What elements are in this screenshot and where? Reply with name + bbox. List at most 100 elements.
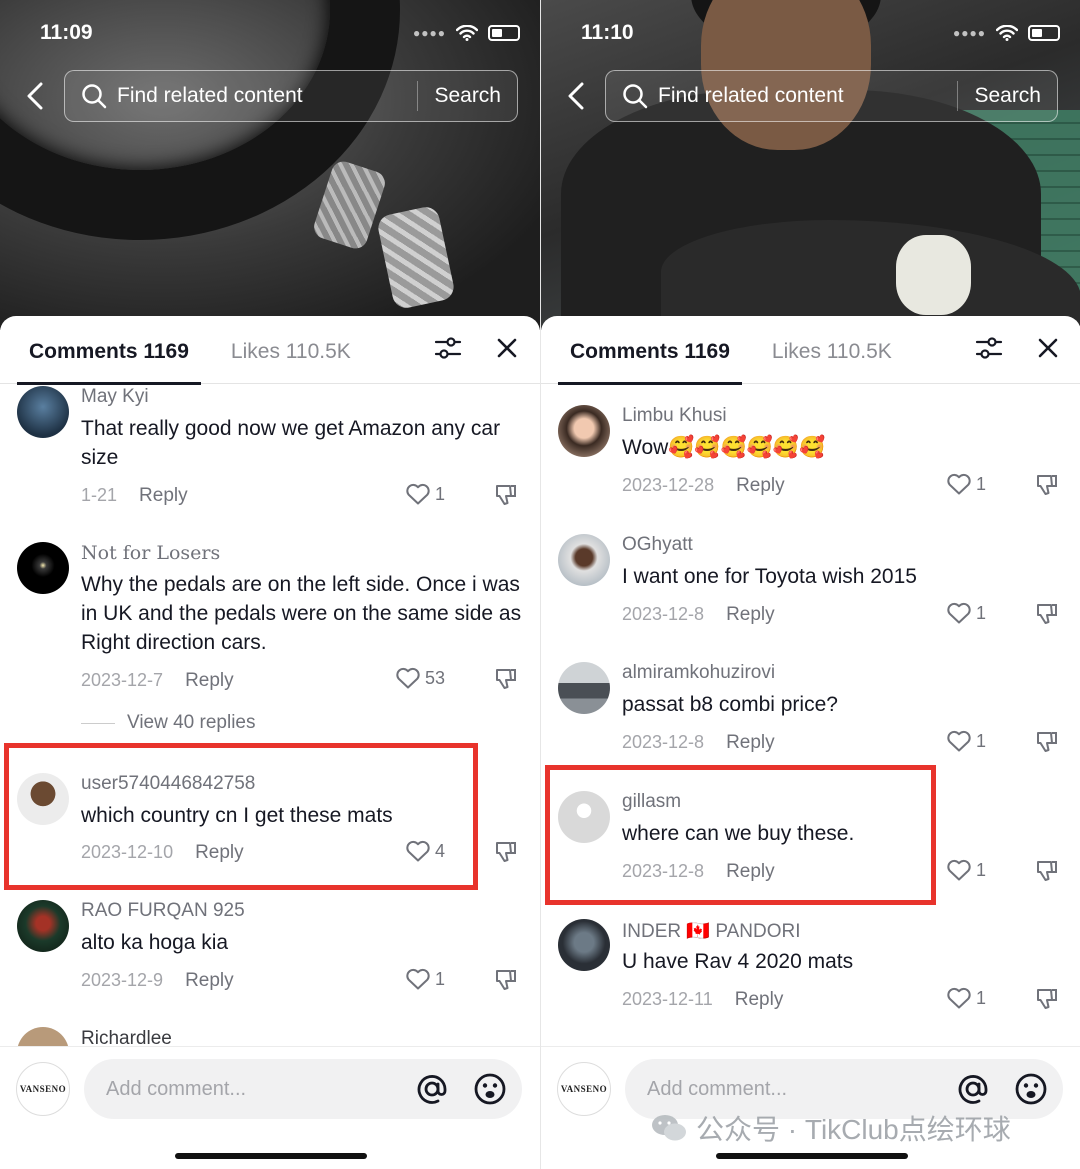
battery-icon <box>488 25 520 41</box>
comment-username[interactable]: Limbu Khusi <box>622 405 727 427</box>
search-button[interactable]: Search <box>417 81 501 111</box>
like-button[interactable]: 1 <box>405 482 445 506</box>
search-icon <box>82 84 107 109</box>
avatar[interactable] <box>17 900 69 952</box>
filter-sliders-icon[interactable] <box>975 336 1003 360</box>
back-button[interactable] <box>18 76 52 116</box>
reply-button[interactable]: Reply <box>726 604 775 625</box>
reply-button[interactable]: Reply <box>185 970 234 991</box>
reply-button[interactable]: Reply <box>726 732 775 753</box>
comments-tabs: Comments 1169 Likes 110.5K <box>541 316 1080 385</box>
dislike-icon[interactable] <box>494 967 518 993</box>
avatar[interactable] <box>17 542 69 594</box>
add-comment-input[interactable]: Add comment... <box>84 1059 522 1119</box>
comment-text: alto ka hoga kia <box>81 931 229 954</box>
tab-likes[interactable]: Likes 110.5K <box>231 316 351 384</box>
comment-username[interactable]: INDER 🇨🇦 PANDORI <box>622 919 801 943</box>
close-icon[interactable] <box>496 337 518 359</box>
emoji-button[interactable] <box>1013 1071 1049 1107</box>
like-count: 53 <box>424 667 445 688</box>
video-background[interactable] <box>541 0 1080 330</box>
avatar[interactable] <box>558 919 610 971</box>
search-placeholder: Find related content <box>658 84 844 107</box>
my-avatar[interactable]: VANSENO <box>557 1062 611 1116</box>
like-button[interactable]: 1 <box>946 601 986 625</box>
comments-list[interactable]: May Kyi That really good now we get Amaz… <box>0 384 540 1046</box>
reply-button[interactable]: Reply <box>185 670 234 691</box>
heart-icon <box>406 968 430 990</box>
search-input[interactable]: Find related content Search <box>64 70 518 122</box>
comparison-stage: 11:09 ●●●● Find related content Search C… <box>0 0 1080 1169</box>
like-count: 1 <box>975 987 986 1008</box>
video-background[interactable] <box>0 0 540 330</box>
comment-username[interactable]: May Kyi <box>81 386 149 408</box>
reply-button[interactable]: Reply <box>736 475 785 496</box>
comment-meta: 1-21 Reply <box>81 485 188 507</box>
dislike-icon[interactable] <box>1035 472 1059 498</box>
tab-comments[interactable]: Comments 1169 <box>558 316 742 385</box>
dislike-icon[interactable] <box>494 482 518 508</box>
dislike-icon[interactable] <box>1035 729 1059 755</box>
list-item: May Kyi That really good now we get Amaz… <box>0 384 540 524</box>
mention-button[interactable] <box>955 1071 991 1107</box>
my-avatar[interactable]: VANSENO <box>16 1062 70 1116</box>
reply-button[interactable]: Reply <box>735 989 784 1010</box>
search-bar: Find related content Search <box>559 70 1058 122</box>
comments-list[interactable]: Limbu Khusi Wow🥰🥰🥰🥰🥰🥰 2023-12-28 Reply 1 … <box>541 384 1080 1046</box>
like-button[interactable]: 1 <box>405 967 445 991</box>
dislike-icon[interactable] <box>494 839 518 865</box>
dislike-icon[interactable] <box>1035 601 1059 627</box>
comment-text: That really good now we get Amazon any c… <box>81 417 501 469</box>
add-comment-placeholder: Add comment... <box>647 1077 788 1100</box>
comment-date: 2023-12-9 <box>81 970 164 990</box>
reply-button[interactable]: Reply <box>139 485 188 506</box>
comment-username[interactable]: Richardlee <box>81 1028 172 1046</box>
mention-button[interactable] <box>414 1071 450 1107</box>
like-button[interactable]: 1 <box>946 729 986 753</box>
avatar[interactable] <box>558 405 610 457</box>
avatar[interactable] <box>558 534 610 586</box>
avatar[interactable] <box>17 386 69 438</box>
tab-likes[interactable]: Likes 110.5K <box>772 316 892 384</box>
close-icon[interactable] <box>1037 337 1059 359</box>
comments-sheet: Comments 1169 Likes 110.5K Limbu Khusi W… <box>541 316 1080 1169</box>
list-item: RAO FURQAN 925 alto ka hoga kia 2023-12-… <box>0 900 540 1010</box>
emoji-button[interactable] <box>472 1071 508 1107</box>
like-button[interactable]: 1 <box>946 986 986 1010</box>
comment-date: 2023-12-28 <box>622 475 715 495</box>
comment-username[interactable]: RAO FURQAN 925 <box>81 900 245 922</box>
view-replies-button[interactable]: View 40 replies <box>81 712 256 734</box>
comment-composer: VANSENO Add comment... <box>0 1046 540 1166</box>
highlight-box <box>4 743 478 890</box>
comment-date: 1-21 <box>81 485 118 505</box>
like-button[interactable]: 1 <box>946 858 986 882</box>
search-input[interactable]: Find related content Search <box>605 70 1058 122</box>
comment-composer: VANSENO Add comment... <box>541 1046 1080 1166</box>
tab-comments[interactable]: Comments 1169 <box>17 316 201 385</box>
comment-text: Why the pedals are on the left side. Onc… <box>81 573 522 654</box>
search-button[interactable]: Search <box>957 81 1041 111</box>
comment-username[interactable]: Not for Losers <box>81 542 220 564</box>
dislike-icon[interactable] <box>494 666 518 692</box>
comment-meta: 2023-12-9 Reply <box>81 970 234 992</box>
heart-icon <box>396 667 420 689</box>
status-time: 11:09 <box>40 21 93 44</box>
filter-sliders-icon[interactable] <box>434 336 462 360</box>
avatar[interactable] <box>558 662 610 714</box>
comment-username[interactable]: OGhyatt <box>622 534 693 556</box>
heart-icon <box>947 602 971 624</box>
wechat-icon <box>652 1115 686 1141</box>
dislike-icon[interactable] <box>1035 986 1059 1012</box>
like-button[interactable]: 53 <box>395 666 445 690</box>
like-count: 1 <box>975 859 986 880</box>
avatar[interactable] <box>17 1027 69 1046</box>
chevron-left-icon <box>568 82 584 110</box>
back-button[interactable] <box>559 76 593 116</box>
search-bar: Find related content Search <box>18 70 518 122</box>
comment-username[interactable]: almiramkohuzirovi <box>622 662 775 684</box>
heart-icon <box>947 730 971 752</box>
dislike-icon[interactable] <box>1035 858 1059 884</box>
like-button[interactable]: 1 <box>946 472 986 496</box>
comments-tabs: Comments 1169 Likes 110.5K <box>0 316 540 385</box>
like-count: 1 <box>975 602 986 623</box>
